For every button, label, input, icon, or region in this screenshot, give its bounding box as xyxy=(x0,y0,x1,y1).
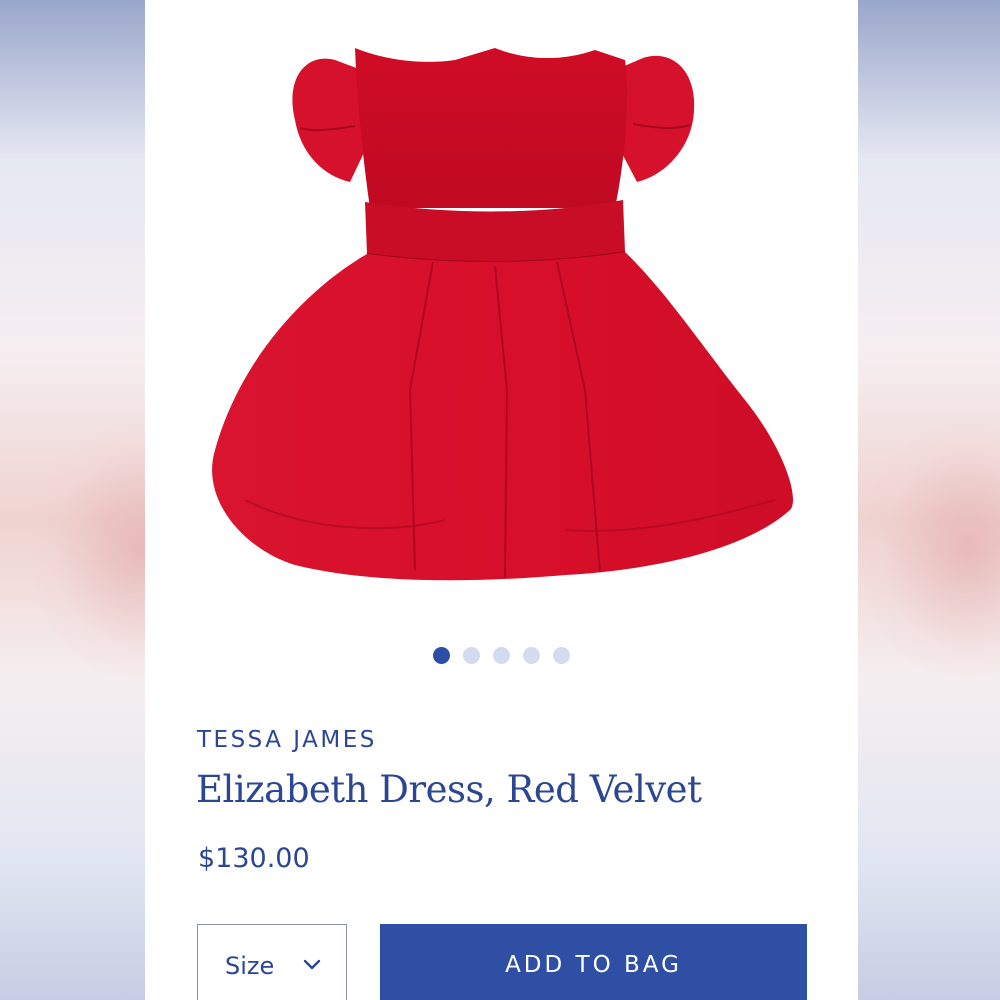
carousel-dot-5[interactable] xyxy=(553,647,570,664)
carousel-dot-4[interactable] xyxy=(523,647,540,664)
blurred-background-right xyxy=(858,0,1000,1000)
chevron-down-icon xyxy=(304,959,321,970)
carousel-dot-3[interactable] xyxy=(493,647,510,664)
screenshot-frame: TESSA JAMES Elizabeth Dress, Red Velvet … xyxy=(0,0,1000,1000)
carousel-dot-1[interactable] xyxy=(433,647,450,664)
brand-name[interactable]: TESSA JAMES xyxy=(197,727,377,753)
product-card: TESSA JAMES Elizabeth Dress, Red Velvet … xyxy=(145,0,858,1000)
product-title: Elizabeth Dress, Red Velvet xyxy=(196,768,702,811)
add-to-bag-button[interactable]: ADD TO BAG xyxy=(380,924,807,1000)
blurred-background-left xyxy=(0,0,250,1000)
product-image[interactable] xyxy=(185,30,815,600)
size-select-label: Size xyxy=(225,952,275,980)
carousel-dot-2[interactable] xyxy=(463,647,480,664)
carousel-dots xyxy=(145,647,860,664)
product-price: $130.00 xyxy=(198,843,310,874)
size-select[interactable]: Size xyxy=(197,924,347,1000)
